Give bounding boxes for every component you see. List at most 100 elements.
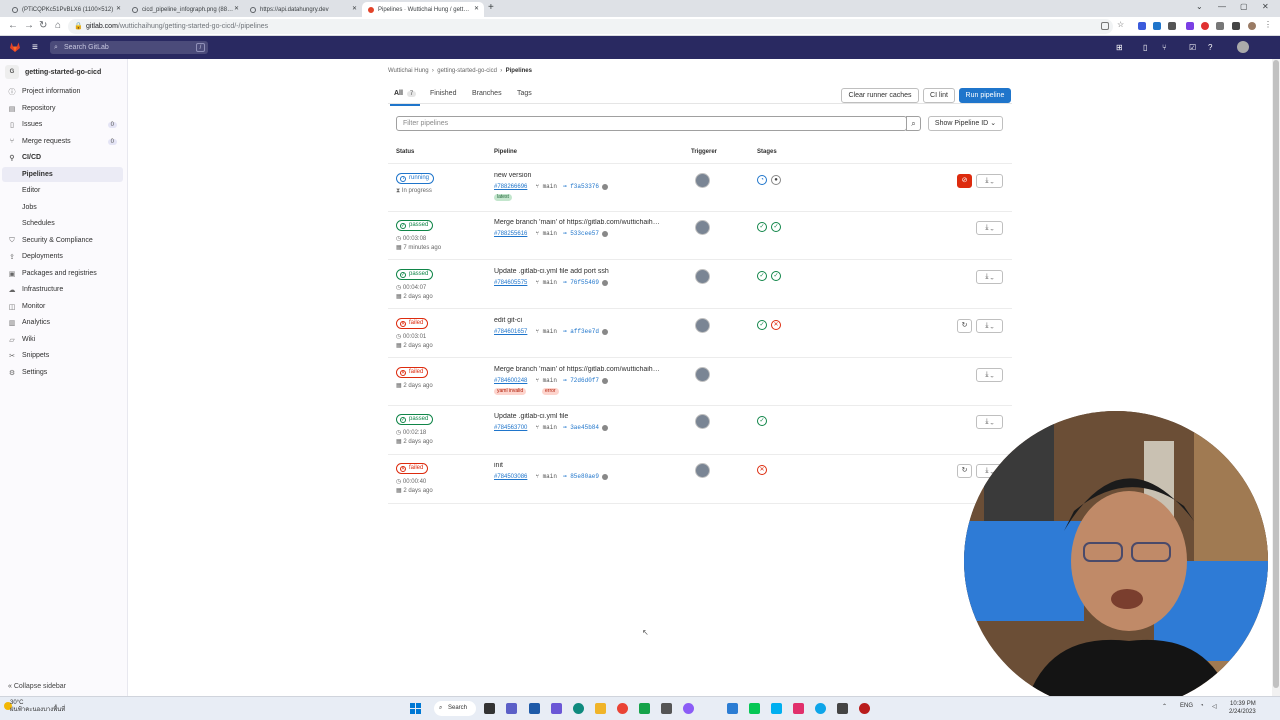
branch-ref[interactable]: ⑂ main — [535, 424, 557, 431]
sidebar-item-infrastructure[interactable]: ☁ Infrastructure — [2, 282, 123, 297]
maximize-icon[interactable]: ▢ — [1240, 2, 1248, 11]
messenger-icon[interactable] — [683, 703, 694, 714]
user-avatar[interactable] — [1237, 41, 1249, 53]
status-badge[interactable]: ✓ passed — [396, 220, 434, 231]
skype-icon[interactable] — [771, 703, 782, 714]
breadcrumb-user[interactable]: Wuttichai Hung — [388, 68, 429, 74]
stage-running-icon[interactable]: ◔ — [757, 175, 767, 185]
status-badge[interactable]: ✓ passed — [396, 414, 434, 425]
retry-pipeline-button[interactable]: ↻ — [957, 319, 972, 333]
run-pipeline-button[interactable]: Run pipeline — [959, 88, 1011, 103]
branch-ref[interactable]: ⑂ main — [535, 328, 557, 335]
commit-sha-link[interactable]: ⊸ 85e80ae9 — [563, 473, 599, 480]
triggerer-avatar[interactable] — [695, 463, 710, 478]
help-icon[interactable]: ? — [1208, 43, 1212, 52]
extension-icon[interactable] — [1138, 22, 1146, 30]
language-indicator[interactable]: ENG — [1180, 703, 1193, 709]
file-explorer-icon[interactable] — [595, 703, 606, 714]
retry-pipeline-button[interactable]: ↻ — [957, 464, 972, 478]
taskbar-clock[interactable]: 10:39 PM 2/24/2023 — [1229, 700, 1256, 716]
sidebar-item-deployments[interactable]: ⇪ Deployments — [2, 249, 123, 264]
sidebar-item-packages-and-registries[interactable]: ▣ Packages and registries — [2, 266, 123, 281]
forward-icon[interactable]: → — [24, 20, 34, 31]
stage-passed-icon[interactable]: ✓ — [757, 416, 767, 426]
commit-sha-link[interactable]: ⊸ 76f55469 — [563, 279, 599, 286]
pipeline-id-link[interactable]: #784563700 — [494, 425, 527, 431]
commit-title[interactable]: edit git-ci — [494, 317, 522, 324]
sidebar-item-wiki[interactable]: ▱ Wiki — [2, 332, 123, 347]
triggerer-avatar[interactable] — [695, 367, 710, 382]
issues-icon[interactable]: ▯ — [1143, 43, 1147, 52]
triggerer-avatar[interactable] — [695, 414, 710, 429]
pipeline-id-link[interactable]: #784601657 — [494, 329, 527, 335]
pipeline-id-link[interactable]: #784503086 — [494, 474, 527, 480]
tab-all[interactable]: All 7 — [389, 90, 421, 106]
sidebar-item-pipelines[interactable]: Pipelines — [2, 167, 123, 182]
sidebar-item-schedules[interactable]: Schedules — [2, 216, 123, 231]
stage-pending-icon[interactable]: ● — [771, 175, 781, 185]
status-badge[interactable]: ✕ failed — [396, 463, 429, 474]
commit-title[interactable]: Merge branch 'main' of https://gitlab.co… — [494, 366, 660, 373]
stage-failed-icon[interactable]: ✕ — [757, 465, 767, 475]
search-input[interactable]: ⌕ Search GitLab / — [50, 41, 208, 54]
status-badge[interactable]: ✓ passed — [396, 269, 434, 280]
branch-ref[interactable]: ⑂ main — [535, 183, 557, 190]
commit-title[interactable]: Merge branch 'main' of https://gitlab.co… — [494, 219, 660, 226]
profile-avatar[interactable] — [1248, 22, 1256, 30]
vscode-icon[interactable] — [727, 703, 738, 714]
stage-passed-icon[interactable]: ✓ — [757, 320, 767, 330]
back-icon[interactable]: ← — [8, 20, 18, 31]
author-avatar[interactable] — [602, 328, 609, 335]
scrollbar-thumb[interactable] — [1273, 60, 1279, 688]
status-badge[interactable]: ✕ failed — [396, 367, 429, 378]
tab-branches[interactable]: Branches — [472, 90, 502, 97]
sidebar-item-monitor[interactable]: ◫ Monitor — [2, 299, 123, 314]
tab-tags[interactable]: Tags — [517, 90, 532, 97]
wifi-icon[interactable]: ◔ — [1200, 703, 1204, 709]
commit-title[interactable]: new version — [494, 172, 531, 179]
pipeline-id-link[interactable]: #784605575 — [494, 280, 527, 286]
app-icon[interactable] — [661, 703, 672, 714]
download-artifacts-button[interactable]: ⤓ ⌄ — [976, 221, 1003, 235]
status-badge[interactable]: ◔ running — [396, 173, 435, 184]
pipeline-id-link[interactable]: #788255616 — [494, 231, 527, 237]
ci-lint-button[interactable]: CI lint — [923, 88, 955, 103]
share-icon[interactable] — [1101, 22, 1109, 30]
author-avatar[interactable] — [602, 377, 609, 384]
task-view-icon[interactable] — [484, 703, 495, 714]
triggerer-avatar[interactable] — [695, 173, 710, 188]
sidebar-item-jobs[interactable]: Jobs — [2, 200, 123, 215]
app-icon[interactable] — [859, 703, 870, 714]
app-icon[interactable] — [529, 703, 540, 714]
line-icon[interactable] — [749, 703, 760, 714]
window-close-icon[interactable]: ✕ — [1262, 2, 1269, 11]
app-icon[interactable] — [551, 703, 562, 714]
tray-chevron-icon[interactable]: ⌃ — [1162, 703, 1167, 710]
stage-passed-icon[interactable]: ✓ — [771, 222, 781, 232]
close-icon[interactable]: ✕ — [474, 5, 479, 12]
new-tab-icon[interactable]: + — [488, 2, 494, 13]
search-icon[interactable]: ⌕ — [906, 116, 921, 131]
plus-icon[interactable]: ⊞ — [1116, 43, 1123, 52]
filter-pipelines-input[interactable]: Filter pipelines — [396, 116, 907, 131]
browser-tab[interactable]: cicd_pipeline_infograph.png (88… ✕ — [126, 2, 244, 17]
stage-passed-icon[interactable]: ✓ — [771, 271, 781, 281]
breadcrumb-project[interactable]: getting-started-go-cicd — [437, 68, 497, 74]
reload-icon[interactable]: ↻ — [39, 20, 47, 31]
triggerer-avatar[interactable] — [695, 269, 710, 284]
sidebar-item-repository[interactable]: ▤ Repository — [2, 101, 123, 116]
sidebar-item-analytics[interactable]: ▥ Analytics — [2, 315, 123, 330]
browser-tab-active[interactable]: Pipelines · Wuttichai Hung / gett… ✕ — [362, 2, 484, 17]
download-artifacts-button[interactable]: ⤓ ⌄ — [976, 415, 1003, 429]
commit-title[interactable]: init — [494, 462, 503, 469]
home-icon[interactable]: ⌂ — [55, 20, 61, 31]
stage-passed-icon[interactable]: ✓ — [757, 222, 767, 232]
collapse-sidebar-button[interactable]: « Collapse sidebar — [8, 683, 66, 690]
branch-ref[interactable]: ⑂ main — [535, 473, 557, 480]
browser-tab[interactable]: https://api.datahungry.dev ✕ — [244, 2, 362, 17]
sidebar-item-merge-requests[interactable]: ⑂ Merge requests 0 — [2, 134, 123, 149]
extension-icon[interactable] — [1153, 22, 1161, 30]
project-header[interactable]: G getting-started-go-cicd — [5, 65, 101, 79]
star-icon[interactable]: ☆ — [1117, 20, 1125, 29]
menu-icon[interactable]: ⋮ — [1264, 20, 1272, 29]
